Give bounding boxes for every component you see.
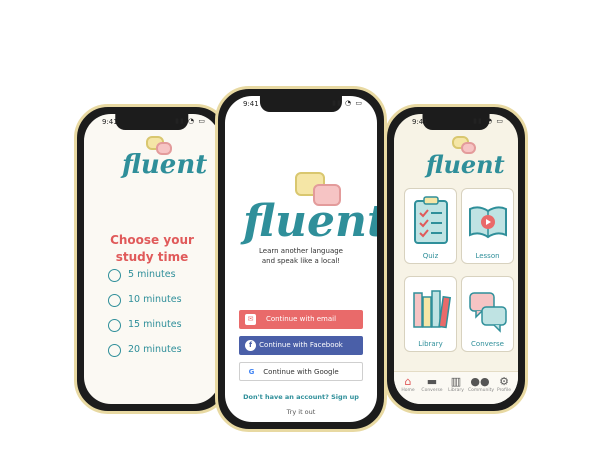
option-label: 20 minutes (128, 344, 182, 355)
tab-label: Home (401, 388, 415, 393)
signal-wifi-battery-icon: ▮▮ ◔ ▭ (473, 117, 504, 125)
tagline-line-2: and speak like a local! (261, 257, 341, 265)
login-screen: 9:41 ▮▮ ◔ ▭ fluent Learn another languag… (225, 96, 377, 422)
app-logo: fluent (122, 150, 208, 180)
home-icon: ⌂ (404, 375, 412, 388)
option-label: 5 minutes (128, 269, 176, 280)
app-logo: fluent (426, 150, 505, 179)
tab-label: Converse (421, 388, 443, 393)
study-time-title: Choose your study time (84, 232, 220, 266)
tile-label: Quiz (422, 252, 439, 260)
radio-button[interactable] (108, 344, 121, 357)
clipboard-checklist-icon (414, 196, 448, 244)
bottom-tab-bar: ⌂ Home ▬ Converse ▥ Library ●● Community… (394, 371, 518, 404)
status-bar: 9:41 ▮▮ ◔ ▭ (394, 117, 518, 129)
tile-label: Lesson (475, 252, 500, 260)
phone-home: 9:41 ▮▮ ◔ ▭ fluent Quiz Lesson Library C… (384, 104, 528, 414)
phone-study-time: 9:41 ▮▮ ◔ ▭ fluent Choose your study tim… (74, 104, 230, 414)
continue-facebook-button[interactable]: f Continue with Facebook (239, 336, 363, 355)
option-label: 15 minutes (128, 319, 182, 330)
tab-converse[interactable]: ▬ Converse (420, 375, 444, 393)
radio-button[interactable] (108, 269, 121, 282)
tab-community[interactable]: ●● Community (468, 375, 495, 393)
tab-library[interactable]: ▥ Library (444, 375, 468, 393)
facebook-icon: f (245, 340, 256, 351)
tab-label: Community (468, 388, 495, 393)
books-icon (413, 290, 451, 329)
mail-icon: ✉ (245, 314, 256, 325)
app-tagline: Learn another language and speak like a … (225, 246, 377, 266)
button-label: Continue with email (265, 315, 337, 323)
button-label: Continue with Google (263, 368, 339, 376)
chat-bubbles-icon (469, 292, 507, 333)
tab-label: Library (448, 388, 464, 393)
home-screen: 9:41 ▮▮ ◔ ▭ fluent Quiz Lesson Library C… (394, 114, 518, 404)
option-label: 10 minutes (128, 294, 182, 305)
lesson-tile[interactable]: Lesson (461, 188, 514, 264)
status-time: 9:41 (102, 118, 118, 126)
books-icon: ▥ (450, 375, 462, 388)
tab-label: Profile (497, 388, 511, 393)
button-label: Continue with Facebook (259, 341, 343, 349)
continue-email-button[interactable]: ✉ Continue with email (239, 310, 363, 329)
app-logo: fluent (243, 196, 377, 247)
status-bar: 9:41 ▮▮ ◔ ▭ (84, 117, 220, 129)
tab-profile[interactable]: ⚙ Profile (492, 375, 516, 393)
quiz-tile[interactable]: Quiz (404, 188, 457, 264)
title-line-2: study time (115, 250, 189, 264)
chat-icon: ▬ (426, 375, 438, 388)
study-time-screen: 9:41 ▮▮ ◔ ▭ fluent Choose your study tim… (84, 114, 220, 404)
signal-wifi-battery-icon: ▮▮ ◔ ▭ (175, 117, 206, 125)
try-it-out-link[interactable]: Try it out (225, 408, 377, 416)
radio-button[interactable] (108, 319, 121, 332)
status-time: 9:41 (243, 100, 259, 108)
status-bar: 9:41 ▮▮ ◔ ▭ (225, 99, 377, 111)
phone-login: 9:41 ▮▮ ◔ ▭ fluent Learn another languag… (215, 86, 387, 432)
title-line-1: Choose your (110, 233, 194, 247)
continue-google-button[interactable]: G Continue with Google (239, 362, 363, 381)
radio-button[interactable] (108, 294, 121, 307)
status-time: 9:41 (412, 118, 428, 126)
signal-wifi-battery-icon: ▮▮ ◔ ▭ (332, 99, 363, 107)
gear-icon: ⚙ (499, 375, 509, 388)
tile-label: Library (418, 340, 443, 348)
tagline-line-1: Learn another language (259, 247, 343, 255)
book-play-icon (469, 206, 507, 239)
people-icon: ●● (470, 375, 490, 388)
signup-link[interactable]: Don't have an account? Sign up (225, 393, 377, 401)
google-icon: G (248, 368, 255, 376)
tile-label: Converse (471, 340, 504, 348)
tab-home[interactable]: ⌂ Home (396, 375, 420, 393)
converse-tile[interactable]: Converse (461, 276, 514, 352)
library-tile[interactable]: Library (404, 276, 457, 352)
